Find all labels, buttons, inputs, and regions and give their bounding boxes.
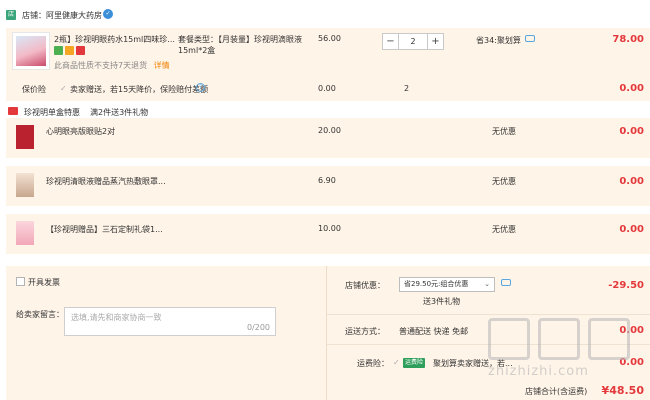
gift-total: 0.00 <box>619 224 644 235</box>
message-icon[interactable] <box>501 279 511 286</box>
gift-promo-rule: 满2件送3件礼物 <box>90 108 149 117</box>
shop-name[interactable]: 店铺：阿里健康大药房 <box>22 10 102 21</box>
shop-discount-label: 店铺优惠： <box>345 281 385 290</box>
invoice-label[interactable]: 开具发票 <box>28 277 60 288</box>
return-notice-text: 此商品性质不支持7天退货 <box>54 61 148 70</box>
message-textarea[interactable]: 选填,请先和商家协商一致 0/200 <box>64 307 276 336</box>
gift-price: 6.90 <box>318 176 336 185</box>
gift-row: 心明眼亮版眼贴2对 20.00 无优惠 0.00 <box>6 118 650 158</box>
return-detail-link[interactable]: 详情 <box>154 61 170 70</box>
gift-promo-name: 珍视明单盒特惠 <box>24 108 80 117</box>
insurance-desc: 卖家赠送，若15天降价，保险赔付差额 <box>70 85 209 94</box>
decrease-button[interactable]: − <box>382 33 399 50</box>
product-title-link[interactable]: 2瓶】珍视明眼药水15ml四味珍... <box>54 34 175 45</box>
product-spec: 套餐类型：【月装量】珍视明滴眼液15ml*2盒 <box>178 35 302 55</box>
watermark-block <box>588 318 630 360</box>
gift-thumbnail[interactable] <box>16 221 34 245</box>
message-counter: 0/200 <box>246 323 270 332</box>
gift-thumbnail[interactable] <box>16 125 34 149</box>
gift-thumbnail[interactable] <box>16 173 34 197</box>
increase-button[interactable]: + <box>427 33 444 50</box>
watermark-text: zhizhizhi.com <box>488 364 589 379</box>
message-placeholder: 选填,请先和商家协商一致 <box>71 313 162 322</box>
watermark: zhizhizhi.com <box>488 318 638 379</box>
gift-promo-header: 珍视明单盒特惠 满2件送3件礼物 <box>6 104 650 118</box>
verified-badge-icon: ✓ <box>103 9 113 19</box>
freight-check-icon: ✓ <box>393 358 400 367</box>
gift-total: 0.00 <box>619 176 644 187</box>
service-tags <box>54 46 87 55</box>
shop-total-amount: ¥48.50 <box>601 384 644 397</box>
unit-price: 56.00 <box>318 34 341 43</box>
gift-row: 珍视明清眼液赠品蒸汽热敷眼罩... 6.90 无优惠 0.00 <box>6 166 650 206</box>
gift-title[interactable]: 【珍视明赠品】三石定制礼袋1... <box>46 224 163 235</box>
service-tag-icon <box>65 46 74 55</box>
return-notice: 此商品性质不支持7天退货 详情 <box>54 60 170 71</box>
gift-price: 20.00 <box>318 126 341 135</box>
shipping-label: 运送方式： <box>345 327 385 336</box>
insurance-price: 0.00 <box>318 84 336 93</box>
gift-row: 【珍视明赠品】三石定制礼袋1... 10.00 无优惠 0.00 <box>6 214 650 254</box>
help-icon[interactable]: ? <box>196 83 205 92</box>
shop-discount-amount: -29.50 <box>608 280 644 291</box>
gift-discount: 无优惠 <box>492 127 516 136</box>
gift-total: 0.00 <box>619 126 644 137</box>
shop-header: 店 店铺：阿里健康大药房 ✓ <box>0 6 650 26</box>
freight-insurance-tag-wrap: 运费险 <box>403 357 426 368</box>
freight-insurance-tag: 运费险 <box>403 358 426 368</box>
insurance-check-icon: ✓ <box>60 84 67 93</box>
shipping-value[interactable]: 普通配送 快递 免邮 <box>399 326 468 337</box>
gift-title[interactable]: 珍视明清眼液赠品蒸汽热敷眼罩... <box>46 176 166 187</box>
watermark-block <box>538 318 580 360</box>
chevron-down-icon: ⌄ <box>484 280 490 288</box>
shop-discount-select[interactable]: 省29.50元:组合优惠 ⌄ <box>399 277 495 292</box>
message-label: 给卖家留言： <box>16 310 64 319</box>
main-order-item: 2瓶】珍视明眼药水15ml四味珍... 套餐类型：【月装量】珍视明滴眼液15ml… <box>6 28 650 101</box>
shop-discount-value: 省29.50元:组合优惠 <box>404 280 469 288</box>
gift-icon <box>8 107 18 115</box>
item-total: 78.00 <box>612 34 644 45</box>
quantity-stepper: − 2 + <box>382 33 444 50</box>
watermark-block <box>488 318 530 360</box>
divider <box>327 314 650 315</box>
gift-title[interactable]: 心明眼亮版眼贴2对 <box>46 126 115 137</box>
quantity-input[interactable]: 2 <box>399 33 427 50</box>
insurance-label: 保价险 <box>22 85 46 94</box>
freight-insurance-label: 运费险： <box>357 359 389 368</box>
gift-price: 10.00 <box>318 224 341 233</box>
shop-icon: 店 <box>6 10 16 20</box>
service-tag-icon <box>76 46 85 55</box>
product-thumbnail[interactable] <box>12 32 50 70</box>
gift-discount: 无优惠 <box>492 225 516 234</box>
promo-label: 省34:聚划算 <box>476 36 521 45</box>
insurance-total: 0.00 <box>619 83 644 94</box>
service-tag-icon <box>54 46 63 55</box>
insurance-qty: 2 <box>404 84 410 93</box>
invoice-checkbox[interactable] <box>16 277 25 286</box>
shop-total-label: 店铺合计(含运费) <box>525 387 588 396</box>
message-icon[interactable] <box>525 35 535 42</box>
shop-discount-sub: 送3件礼物 <box>423 297 461 306</box>
gift-discount: 无优惠 <box>492 177 516 186</box>
